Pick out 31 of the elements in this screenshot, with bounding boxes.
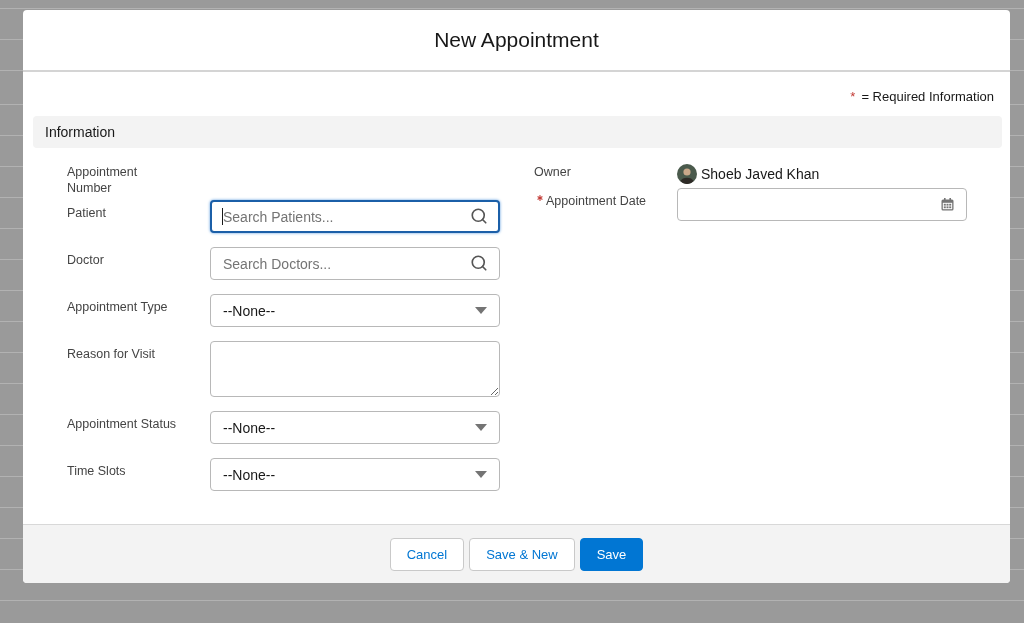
section-header: Information — [33, 116, 1002, 148]
dropdown-field[interactable]: --None-- — [210, 411, 500, 444]
required-information-note: * = Required Information — [850, 89, 994, 105]
dropdown-caret-icon — [475, 424, 487, 431]
avatar-icon — [677, 164, 697, 184]
secondary-button[interactable]: Cancel — [389, 537, 465, 571]
dropdown-field[interactable]: --None-- — [210, 458, 500, 491]
search-icon[interactable] — [470, 207, 488, 225]
field-label: Doctor — [67, 252, 104, 268]
search-icon[interactable] — [470, 254, 488, 272]
field-label: Time Slots — [67, 463, 126, 479]
secondary-button[interactable]: Save & New — [469, 537, 575, 571]
field-label: Appointment Type — [67, 299, 168, 315]
text-area-field[interactable] — [210, 341, 500, 397]
dropdown-caret-icon — [475, 307, 487, 314]
search-field[interactable]: Search Doctors... — [210, 247, 500, 280]
save-button[interactable]: Save — [579, 537, 644, 571]
field-label: Appointment Status — [67, 416, 177, 432]
date-field[interactable] — [677, 188, 967, 221]
field-label: Owner — [534, 164, 571, 180]
calendar-icon[interactable] — [941, 198, 954, 211]
field-label: Appointment Date — [546, 193, 647, 209]
modal-title: New Appointment — [434, 28, 599, 52]
owner-name: Shoeb Javed Khan — [701, 165, 820, 184]
search-field[interactable]: Search Patients... — [210, 200, 500, 233]
dropdown-field[interactable]: --None-- — [210, 294, 500, 327]
field-label: Patient — [67, 205, 106, 221]
text-cursor-icon — [222, 208, 223, 225]
dropdown-caret-icon — [475, 471, 487, 478]
field-label: Appointment Number — [67, 164, 139, 196]
field-label: Reason for Visit — [67, 346, 155, 362]
